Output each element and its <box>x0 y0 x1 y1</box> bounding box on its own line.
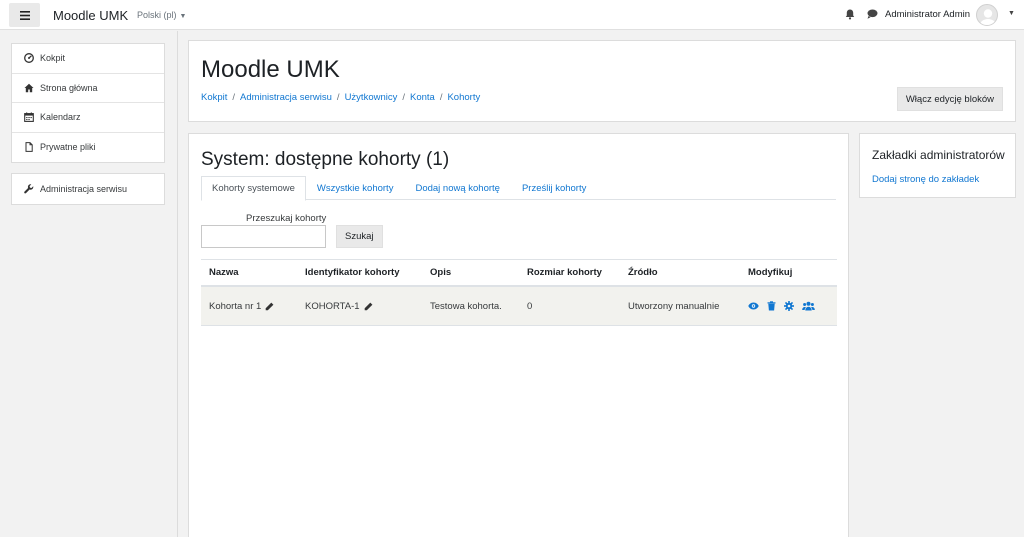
cohorts-table: Nazwa Identyfikator kohorty Opis Rozmiar… <box>201 259 837 326</box>
nav-item-label: Kokpit <box>40 53 66 64</box>
cohort-idnumber[interactable]: KOHORTA-1 <box>305 301 360 312</box>
breadcrumb: Kokpit / Administracja serwisu / Użytkownicy… <box>201 92 480 103</box>
tab-all-cohorts[interactable]: Wszystkie kohorty <box>306 176 405 200</box>
hamburger-icon <box>19 10 30 20</box>
nav-item-label: Prywatne pliki <box>40 142 96 153</box>
breadcrumb-separator: / <box>402 92 405 103</box>
breadcrumb-item[interactable]: Administracja serwisu <box>240 92 332 103</box>
section-title: System: dostępne kohorty (1) <box>201 149 450 170</box>
breadcrumb-item[interactable]: Kokpit <box>201 92 227 103</box>
main-region: System: dostępne kohorty (1) Kohorty sys… <box>188 133 849 537</box>
cog-icon[interactable] <box>784 301 794 311</box>
nav-item-label: Strona główna <box>40 82 98 93</box>
nav-item-calendar[interactable]: Kalendarz <box>12 103 164 133</box>
chevron-down-icon[interactable]: ▼ <box>1008 10 1015 17</box>
tab-upload-cohorts[interactable]: Prześlij kohorty <box>511 176 597 200</box>
users-icon[interactable] <box>802 301 815 311</box>
primary-nav: Kokpit Strona główna Kalendarz Prywatne … <box>11 43 165 163</box>
top-navbar: Moodle UMK Polski (pl) ▼ Administrator Ad… <box>0 0 1024 30</box>
admin-bookmarks-block: Zakładki administratorów Dodaj stronę do… <box>859 133 1016 198</box>
add-bookmark-link[interactable]: Dodaj stronę do zakładek <box>872 174 979 185</box>
cohort-description: Testowa kohorta. <box>430 300 502 312</box>
table-row: Kohorta nr 1 KOHORTA-1 Testowa kohorta. … <box>201 287 837 326</box>
table-header: Nazwa Identyfikator kohorty Opis Rozmiar… <box>201 259 837 287</box>
block-title: Zakładki administratorów <box>872 148 1005 162</box>
breadcrumb-item[interactable]: Konta <box>410 92 435 103</box>
column-header: Modyfikuj <box>748 267 793 278</box>
breadcrumb-item[interactable]: Kohorty <box>447 92 480 103</box>
bell-icon[interactable] <box>845 9 855 20</box>
trash-icon[interactable] <box>767 301 776 311</box>
search-button[interactable]: Szukaj <box>336 225 383 248</box>
wrench-icon <box>24 184 34 194</box>
cohort-actions <box>748 287 815 325</box>
breadcrumb-separator: / <box>439 92 443 103</box>
nav-drawer: Kokpit Strona główna Kalendarz Prywatne … <box>0 31 178 537</box>
user-avatar-icon <box>980 9 996 25</box>
toggle-editing-button[interactable]: Włącz edycję bloków <box>896 87 1003 111</box>
chat-icon[interactable] <box>867 9 878 19</box>
nav-item-private-files[interactable]: Prywatne pliki <box>12 133 164 163</box>
file-icon <box>24 142 34 153</box>
nav-item-site-admin[interactable]: Administracja serwisu <box>12 174 164 204</box>
language-label: Polski (pl) <box>137 10 177 20</box>
cohort-name-cell: Kohorta nr 1 <box>209 287 274 325</box>
cohort-id-cell: KOHORTA-1 <box>305 287 373 325</box>
search-input[interactable] <box>201 225 326 248</box>
column-header[interactable]: Nazwa <box>209 260 239 285</box>
nav-item-home[interactable]: Strona główna <box>12 74 164 103</box>
home-icon <box>24 83 34 93</box>
tab-add-cohort[interactable]: Dodaj nową kohortę <box>404 176 511 200</box>
breadcrumb-separator: / <box>336 92 340 103</box>
page-title: Moodle UMK <box>201 56 340 83</box>
breadcrumb-item[interactable]: Użytkownicy <box>345 92 398 103</box>
site-brand[interactable]: Moodle UMK <box>53 8 128 23</box>
breadcrumb-separator: / <box>232 92 236 103</box>
nav-item-label: Administracja serwisu <box>40 183 128 194</box>
column-header[interactable]: Identyfikator kohorty <box>305 260 400 285</box>
dashboard-icon <box>24 53 34 64</box>
cohort-source: Utworzony manualnie <box>628 300 720 312</box>
chevron-down-icon: ▼ <box>179 13 187 20</box>
eye-icon[interactable] <box>748 302 759 310</box>
calendar-icon <box>24 112 34 123</box>
language-menu[interactable]: Polski (pl) ▼ <box>137 10 186 20</box>
menu-toggle-button[interactable] <box>9 3 40 27</box>
avatar[interactable] <box>976 4 998 26</box>
tab-system-cohorts[interactable]: Kohorty systemowe <box>201 176 306 201</box>
column-header: Opis <box>430 267 452 278</box>
column-header: Rozmiar kohorty <box>527 267 602 278</box>
user-name[interactable]: Administrator Admin <box>885 9 970 20</box>
nav-item-dashboard[interactable]: Kokpit <box>12 44 164 74</box>
cohort-name[interactable]: Kohorta nr 1 <box>209 301 261 312</box>
pencil-icon[interactable] <box>364 302 373 311</box>
search-label: Przeszukaj kohorty <box>246 213 327 224</box>
secondary-nav: Administracja serwisu <box>11 173 165 205</box>
cohort-size: 0 <box>527 300 533 312</box>
column-header: Źródło <box>628 267 658 278</box>
pencil-icon[interactable] <box>265 302 274 311</box>
cohort-tabs: Kohorty systemowe Wszystkie kohorty Doda… <box>201 176 836 201</box>
page-header: Moodle UMK Kokpit / Administracja serwisu /… <box>188 40 1016 122</box>
nav-item-label: Kalendarz <box>40 112 81 123</box>
